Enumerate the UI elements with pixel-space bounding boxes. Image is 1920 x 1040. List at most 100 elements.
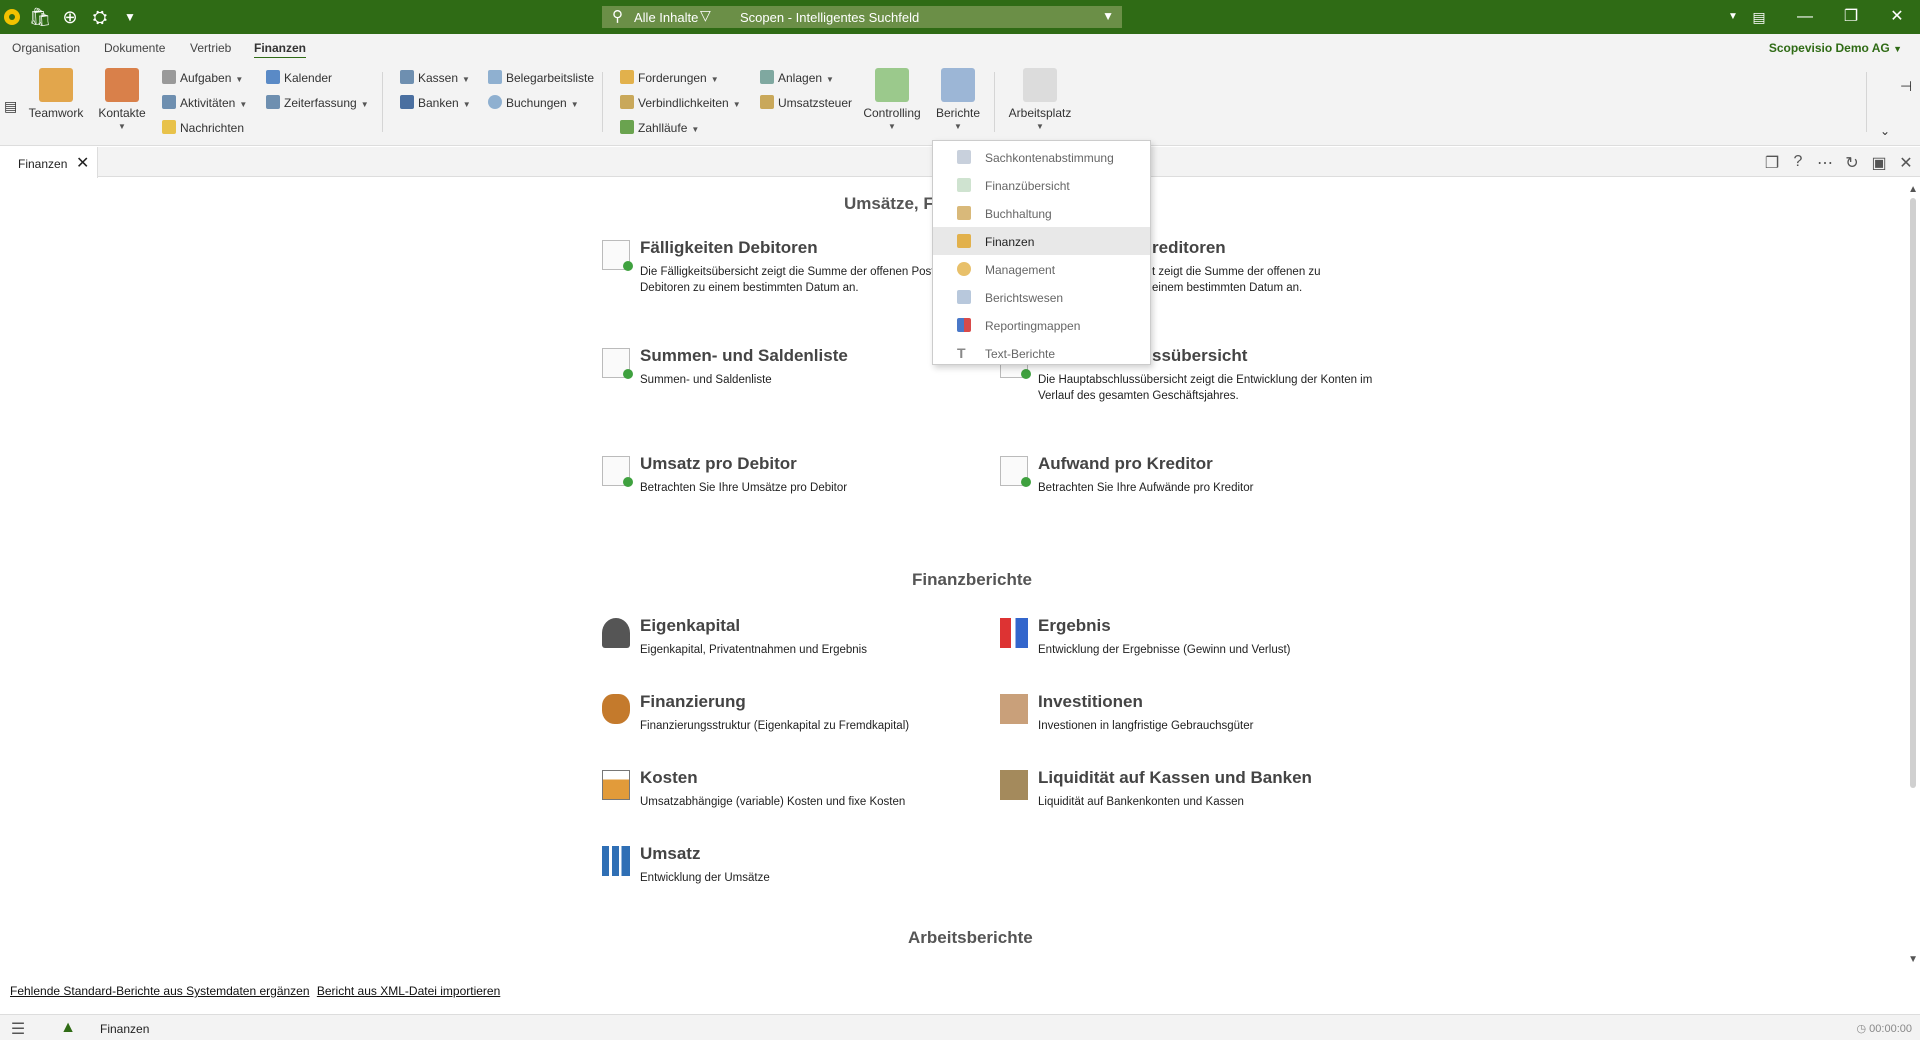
menu-item-text-berichte[interactable]: T Text-Berichte [933, 339, 1150, 367]
report-title[interactable]: Eigenkapital [640, 616, 740, 636]
tab-organisation[interactable]: Organisation [12, 41, 80, 55]
pin-icon[interactable]: ⊣ [1900, 78, 1912, 95]
menu-item-sachkontenabstimmung[interactable]: Sachkontenabstimmung [933, 143, 1150, 171]
close-icon[interactable]: ✕ [76, 153, 89, 173]
app-logo-icon[interactable] [0, 5, 24, 29]
ribbon-collapse-icon[interactable]: ⌄ [1880, 124, 1890, 138]
minimize-button[interactable]: — [1782, 0, 1828, 34]
teamwork-button[interactable]: Teamwork [28, 68, 84, 120]
duplicate-icon[interactable]: ❐ [1762, 153, 1782, 173]
chevron-down-icon: ▼ [732, 100, 741, 109]
filter-icon[interactable]: ▽ [700, 7, 711, 24]
bookings-icon [488, 95, 502, 109]
banken-button[interactable]: Banken ▼ [400, 95, 471, 110]
report-title[interactable]: ssübersicht [1152, 346, 1247, 366]
kontakte-button[interactable]: Kontakte ▼ [94, 68, 150, 131]
kassen-button[interactable]: Kassen ▼ [400, 70, 470, 85]
add-icon[interactable]: ⊕ [58, 5, 82, 29]
report-title[interactable]: Finanzierung [640, 692, 746, 712]
kalender-button[interactable]: Kalender [266, 70, 332, 85]
document-tab-finanzen[interactable]: Finanzen ✕ [0, 147, 98, 178]
report-title[interactable]: Ergebnis [1038, 616, 1111, 636]
search-filter-label[interactable]: Alle Inhalte [634, 10, 698, 25]
contacts-book-icon [105, 68, 139, 102]
report-title[interactable]: Summen- und Saldenliste [640, 346, 848, 366]
restore-button[interactable]: ❐ [1828, 0, 1874, 34]
menu-item-management[interactable]: Management [933, 255, 1150, 283]
refresh-icon[interactable]: ↻ [1842, 153, 1862, 173]
menu-bar: Organisation Dokumente Vertrieb Finanzen… [0, 34, 1920, 59]
chevron-down-icon: ▼ [239, 100, 248, 109]
aufgaben-button[interactable]: Aufgaben ▼ [162, 70, 243, 85]
search-field[interactable]: ⚲ Alle Inhalte ▽ Scopen - Intelligentes … [602, 6, 1122, 28]
lifebuoy-icon[interactable]: ⛭ [88, 5, 112, 29]
report-description: Umsatzabhängige (variable) Kosten und fi… [640, 796, 906, 808]
report-title[interactable]: Liquidität auf Kassen und Banken [1038, 768, 1312, 788]
search-input[interactable]: Scopen - Intelligentes Suchfeld [740, 10, 919, 25]
belegarbeitsliste-button[interactable]: Belegarbeitsliste [488, 70, 594, 85]
clock-icon: ◷ [1856, 1023, 1867, 1035]
vertical-scrollbar[interactable] [1910, 198, 1916, 788]
sidebar-toggle-icon[interactable]: ▤ [4, 98, 17, 115]
title-bar: 🛍 ⊕ ⛭ ▼ ⚲ Alle Inhalte ▽ Scopen - Intell… [0, 0, 1920, 34]
nachrichten-button[interactable]: Nachrichten [162, 120, 244, 135]
report-description: Summen- und Saldenliste [640, 374, 772, 386]
signal-icon[interactable]: ▲ [58, 1019, 78, 1037]
controlling-button[interactable]: Controlling ▼ [858, 68, 926, 131]
report-title[interactable]: Umsatz pro Debitor [640, 454, 797, 474]
report-description: Betrachten Sie Ihre Umsätze pro Debitor [640, 482, 848, 494]
buchungen-button[interactable]: Buchungen ▼ [488, 95, 579, 110]
menu-item-finanzen[interactable]: Finanzen [933, 227, 1150, 255]
close-button[interactable]: ✕ [1874, 0, 1920, 34]
aktivitaeten-button[interactable]: Aktivitäten ▼ [162, 95, 247, 110]
tab-finanzen[interactable]: Finanzen [254, 41, 307, 59]
tab-vertrieb[interactable]: Vertrieb [190, 41, 231, 55]
money-bag-icon [602, 694, 630, 724]
tab-dokumente[interactable]: Dokumente [104, 41, 165, 55]
report-title[interactable]: Kosten [640, 768, 698, 788]
kontakte-label: Kontakte [98, 106, 146, 120]
report-description: Entwicklung der Umsätze [640, 872, 770, 884]
add-missing-reports-link[interactable]: Fehlende Standard-Berichte aus Systemdat… [10, 984, 310, 998]
menu-item-buchhaltung[interactable]: Buchhaltung [933, 199, 1150, 227]
company-selector[interactable]: Scopevisio Demo AG ▼ [1769, 41, 1902, 55]
scroll-up-arrow[interactable]: ▲ [1908, 184, 1918, 195]
berichte-button[interactable]: Berichte ▼ [928, 68, 988, 131]
bell-icon [162, 120, 176, 134]
display-icon[interactable]: ▤ [1736, 0, 1782, 34]
berichte-dropdown-menu: Sachkontenabstimmung Finanzübersicht Buc… [932, 140, 1151, 365]
import-xml-report-link[interactable]: Bericht aus XML-Datei importieren [317, 984, 500, 998]
menu-item-finanzuebersicht[interactable]: Finanzübersicht [933, 171, 1150, 199]
company-name: Scopevisio Demo AG [1768, 41, 1890, 55]
more-icon[interactable]: ⋯ [1815, 153, 1835, 173]
umsatzsteuer-button[interactable]: Umsatzsteuer [760, 95, 852, 110]
anlagen-button[interactable]: Anlagen ▼ [760, 70, 834, 85]
menu-item-reportingmappen[interactable]: Reportingmappen [933, 311, 1150, 339]
menu-item-label: Reportingmappen [985, 319, 1081, 333]
close-icon[interactable]: ✕ [1896, 153, 1916, 173]
forderungen-button[interactable]: Forderungen ▼ [620, 70, 719, 85]
scroll-down-arrow[interactable]: ▼ [1908, 954, 1918, 965]
report-title[interactable]: Investitionen [1038, 692, 1143, 712]
receivables-icon [620, 70, 634, 84]
zeiterfassung-button[interactable]: Zeiterfassung ▼ [266, 95, 369, 110]
report-title[interactable]: Umsatz [640, 844, 700, 864]
verbindlichkeiten-button[interactable]: Verbindlichkeiten ▼ [620, 95, 741, 110]
report-title[interactable]: reditoren [1152, 238, 1226, 258]
menu-item-berichtswesen[interactable]: Berichtswesen [933, 283, 1150, 311]
report-title[interactable]: Aufwand pro Kreditor [1038, 454, 1213, 474]
timer-display[interactable]: ◷ 00:00:00 [1857, 1022, 1913, 1035]
arbeitsplatz-button[interactable]: Arbeitsplatz ▼ [1004, 68, 1076, 131]
chevron-down-icon[interactable]: ▼ [1102, 9, 1114, 23]
teamwork-icon [39, 68, 73, 102]
quick-access-dropdown-icon[interactable]: ▼ [118, 5, 142, 29]
save-icon[interactable]: ▣ [1869, 153, 1889, 173]
report-title[interactable]: Fälligkeiten Debitoren [640, 238, 818, 258]
menu-item-label: Finanzübersicht [985, 179, 1070, 193]
menu-item-label: Management [985, 263, 1056, 277]
notes-icon[interactable]: ☰ [8, 1019, 28, 1039]
help-icon[interactable]: ? [1788, 153, 1808, 171]
bag-icon[interactable]: 🛍 [28, 5, 52, 29]
zahllaeufe-button[interactable]: Zahlläufe ▼ [620, 120, 699, 135]
chevron-down-icon: ▼ [570, 100, 579, 109]
